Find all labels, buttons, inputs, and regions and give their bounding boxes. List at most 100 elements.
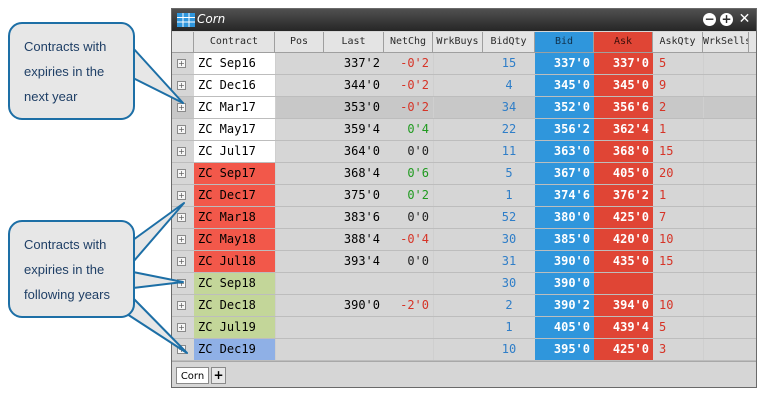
- askqty-cell[interactable]: 7: [653, 207, 703, 228]
- expand-icon[interactable]: +: [177, 169, 186, 178]
- expand-cell[interactable]: +: [172, 339, 194, 360]
- wrksells-cell[interactable]: [703, 229, 749, 250]
- wrksells-cell[interactable]: [703, 185, 749, 206]
- ask-cell[interactable]: 345'0: [594, 75, 653, 96]
- pos-cell[interactable]: [275, 339, 324, 360]
- table-row[interactable]: + ZC May18 388'4 -0'4 30 385'0 420'0 10: [172, 229, 756, 251]
- wrksells-cell[interactable]: [703, 317, 749, 338]
- table-row[interactable]: + ZC Sep17 368'4 0'6 5 367'0 405'0 20: [172, 163, 756, 185]
- contract-cell[interactable]: ZC Dec17: [194, 185, 275, 206]
- wrksells-cell[interactable]: [703, 163, 749, 184]
- ask-cell[interactable]: 405'0: [594, 163, 653, 184]
- expand-icon[interactable]: +: [177, 147, 186, 156]
- ask-cell[interactable]: 394'0: [594, 295, 653, 316]
- expand-icon[interactable]: +: [177, 257, 186, 266]
- pos-cell[interactable]: [275, 185, 324, 206]
- expand-cell[interactable]: +: [172, 317, 194, 338]
- contract-cell[interactable]: ZC May17: [194, 119, 275, 140]
- bid-cell[interactable]: 337'0: [535, 53, 594, 74]
- wrkbuys-cell[interactable]: [433, 163, 483, 184]
- bid-cell[interactable]: 363'0: [535, 141, 594, 162]
- ask-cell[interactable]: 356'6: [594, 97, 653, 118]
- bidqty-cell[interactable]: 15: [483, 53, 535, 74]
- wrkbuys-cell[interactable]: [433, 273, 483, 294]
- bidqty-cell[interactable]: 30: [483, 273, 535, 294]
- ask-cell[interactable]: 337'0: [594, 53, 653, 74]
- pos-cell[interactable]: [275, 317, 324, 338]
- askqty-cell[interactable]: 5: [653, 53, 703, 74]
- wrksells-cell[interactable]: [703, 97, 749, 118]
- ask-cell[interactable]: [594, 273, 653, 294]
- askqty-cell[interactable]: 10: [653, 295, 703, 316]
- header-bidqty[interactable]: BidQty: [483, 32, 535, 52]
- pos-cell[interactable]: [275, 273, 324, 294]
- minimize-icon[interactable]: −: [703, 13, 716, 26]
- bid-cell[interactable]: 380'0: [535, 207, 594, 228]
- header-last[interactable]: Last: [324, 32, 384, 52]
- pos-cell[interactable]: [275, 119, 324, 140]
- ask-cell[interactable]: 362'4: [594, 119, 653, 140]
- expand-icon[interactable]: +: [177, 125, 186, 134]
- bidqty-cell[interactable]: 2: [483, 295, 535, 316]
- wrksells-cell[interactable]: [703, 339, 749, 360]
- bidqty-cell[interactable]: 4: [483, 75, 535, 96]
- expand-cell[interactable]: +: [172, 97, 194, 118]
- bidqty-cell[interactable]: 1: [483, 185, 535, 206]
- expand-cell[interactable]: +: [172, 207, 194, 228]
- expand-cell[interactable]: +: [172, 119, 194, 140]
- wrkbuys-cell[interactable]: [433, 53, 483, 74]
- askqty-cell[interactable]: 20: [653, 163, 703, 184]
- table-row[interactable]: + ZC Dec16 344'0 -0'2 4 345'0 345'0 9: [172, 75, 756, 97]
- wrksells-cell[interactable]: [703, 75, 749, 96]
- wrksells-cell[interactable]: [703, 295, 749, 316]
- ask-cell[interactable]: 376'2: [594, 185, 653, 206]
- contract-cell[interactable]: ZC Jul18: [194, 251, 275, 272]
- expand-icon[interactable]: +: [177, 81, 186, 90]
- bid-cell[interactable]: 385'0: [535, 229, 594, 250]
- askqty-cell[interactable]: [653, 273, 703, 294]
- wrkbuys-cell[interactable]: [433, 119, 483, 140]
- ask-cell[interactable]: 368'0: [594, 141, 653, 162]
- expand-cell[interactable]: +: [172, 163, 194, 184]
- wrkbuys-cell[interactable]: [433, 317, 483, 338]
- expand-icon[interactable]: +: [177, 59, 186, 68]
- expand-cell[interactable]: +: [172, 251, 194, 272]
- contract-cell[interactable]: ZC Mar17: [194, 97, 275, 118]
- contract-cell[interactable]: ZC Sep18: [194, 273, 275, 294]
- bid-cell[interactable]: 390'0: [535, 273, 594, 294]
- wrksells-cell[interactable]: [703, 251, 749, 272]
- add-tab-button[interactable]: +: [211, 367, 226, 384]
- bidqty-cell[interactable]: 1: [483, 317, 535, 338]
- ask-cell[interactable]: 439'4: [594, 317, 653, 338]
- askqty-cell[interactable]: 15: [653, 141, 703, 162]
- wrksells-cell[interactable]: [703, 141, 749, 162]
- contract-cell[interactable]: ZC May18: [194, 229, 275, 250]
- expand-cell[interactable]: +: [172, 185, 194, 206]
- askqty-cell[interactable]: 3: [653, 339, 703, 360]
- expand-cell[interactable]: +: [172, 295, 194, 316]
- table-row[interactable]: + ZC Dec19 10 395'0 425'0 3: [172, 339, 756, 361]
- contract-cell[interactable]: ZC Sep16: [194, 53, 275, 74]
- wrkbuys-cell[interactable]: [433, 75, 483, 96]
- bidqty-cell[interactable]: 31: [483, 251, 535, 272]
- expand-icon[interactable]: +: [177, 213, 186, 222]
- bidqty-cell[interactable]: 5: [483, 163, 535, 184]
- bidqty-cell[interactable]: 10: [483, 339, 535, 360]
- wrksells-cell[interactable]: [703, 119, 749, 140]
- table-row[interactable]: + ZC Dec18 390'0 -2'0 2 390'2 394'0 10: [172, 295, 756, 317]
- expand-cell[interactable]: +: [172, 53, 194, 74]
- table-row[interactable]: + ZC Jul18 393'4 0'0 31 390'0 435'0 15: [172, 251, 756, 273]
- header-contract[interactable]: Contract: [194, 32, 275, 52]
- wrksells-cell[interactable]: [703, 53, 749, 74]
- expand-icon[interactable]: +: [177, 279, 186, 288]
- table-row[interactable]: + ZC Jul17 364'0 0'0 11 363'0 368'0 15: [172, 141, 756, 163]
- pos-cell[interactable]: [275, 141, 324, 162]
- bid-cell[interactable]: 395'0: [535, 339, 594, 360]
- expand-cell[interactable]: +: [172, 229, 194, 250]
- contract-cell[interactable]: ZC Sep17: [194, 163, 275, 184]
- header-ask[interactable]: Ask: [594, 32, 653, 52]
- wrksells-cell[interactable]: [703, 207, 749, 228]
- title-bar[interactable]: Corn − + ✕: [172, 9, 756, 31]
- bid-cell[interactable]: 374'6: [535, 185, 594, 206]
- header-netchg[interactable]: NetChg: [384, 32, 433, 52]
